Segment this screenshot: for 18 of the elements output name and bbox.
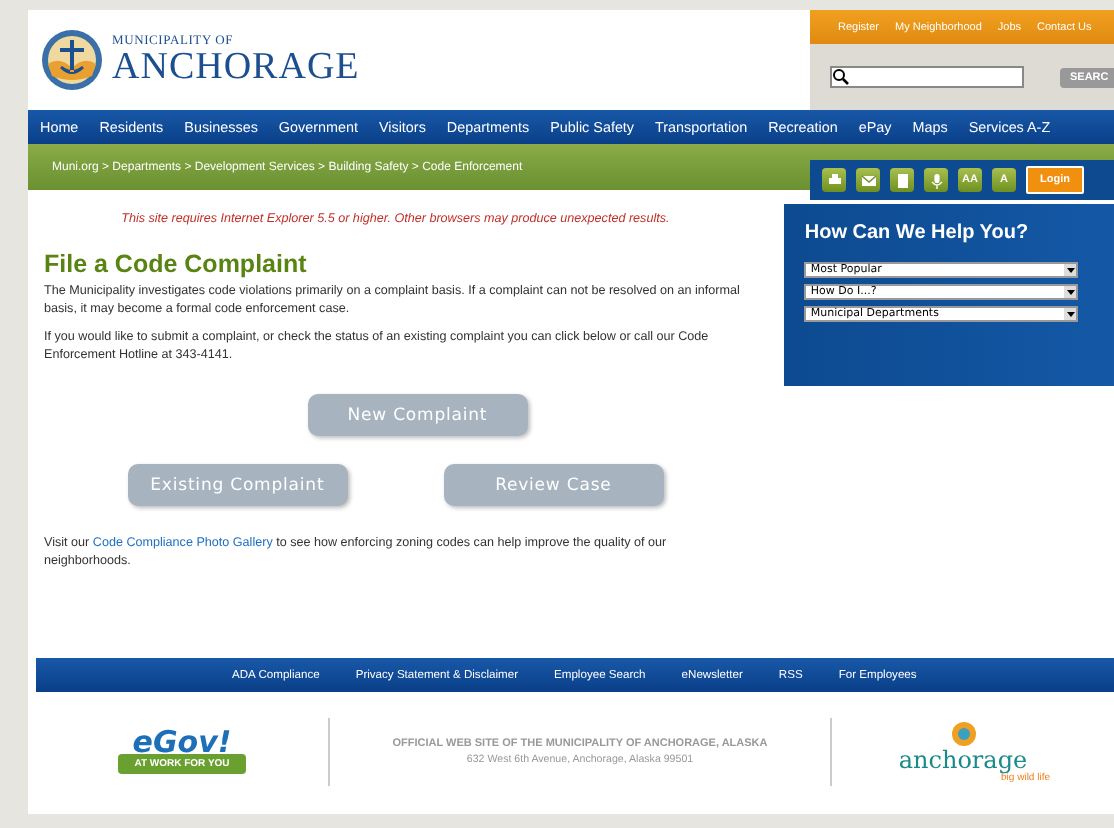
panel-title: How Can We Help You? [804, 222, 1031, 244]
email-icon [859, 171, 877, 189]
dropdown-arrow-icon [1065, 310, 1076, 318]
logo-title: ANCHORAGE [112, 48, 360, 86]
search-field[interactable] [830, 66, 1024, 88]
print-icon [825, 171, 843, 189]
microphone-button[interactable] [924, 168, 948, 192]
brand-logo: anchorage [898, 747, 1028, 771]
egov-logo-title: eGov! [132, 728, 232, 758]
document-icon [893, 171, 911, 189]
print-button[interactable] [822, 168, 846, 192]
dropdown-arrow-icon [1065, 266, 1076, 274]
document-button[interactable] [890, 168, 914, 192]
email-button[interactable] [856, 168, 880, 192]
microphone-icon [927, 171, 945, 189]
search-icon [832, 68, 850, 86]
dropdown-arrow-icon [1065, 288, 1076, 296]
seal-icon [40, 28, 104, 92]
